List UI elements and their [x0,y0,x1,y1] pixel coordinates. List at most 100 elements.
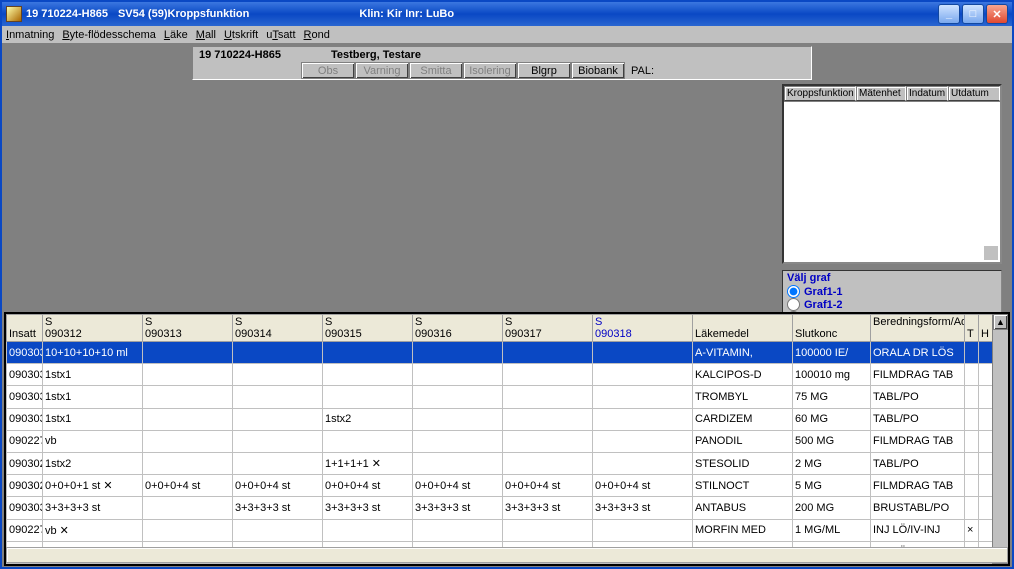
table-cell[interactable]: 2 MG [793,452,871,474]
table-cell[interactable]: MORFIN MED [693,519,793,541]
table-cell[interactable] [503,430,593,452]
radio-graf1-1[interactable]: Graf1-1 [787,285,997,298]
table-row[interactable]: 0903033+3+3+3 st3+3+3+3 st3+3+3+3 st3+3+… [7,497,993,519]
close-button[interactable]: ✕ [986,4,1008,24]
table-cell[interactable]: 5 MG [793,475,871,497]
table-cell[interactable] [979,364,993,386]
col-beredningsform[interactable]: Beredningsform/Adm [871,315,965,342]
table-cell[interactable]: TABL/PO [871,386,965,408]
table-cell[interactable]: × [965,519,979,541]
menu-mall[interactable]: Mall [196,29,216,41]
scroll-track[interactable] [993,330,1008,548]
blgrp-button[interactable]: Blgrp [517,62,571,79]
menu-lake[interactable]: Läke [164,29,188,41]
table-row[interactable]: 090227vbPANODIL500 MGFILMDRAG TAB [7,430,993,452]
table-row[interactable]: 0903021stx21+1+1+1 ✕STESOLID2 MGTABL/PO [7,452,993,474]
table-cell[interactable] [965,475,979,497]
table-cell[interactable] [323,386,413,408]
table-cell[interactable] [233,519,323,541]
table-cell[interactable]: vb ✕ [43,519,143,541]
table-cell[interactable] [143,364,233,386]
table-cell[interactable]: CARDIZEM [693,408,793,430]
table-cell[interactable] [143,519,233,541]
menu-utsatt[interactable]: uTsatt [266,29,295,41]
table-cell[interactable] [143,497,233,519]
table-cell[interactable]: 090303 [7,364,43,386]
table-cell[interactable]: 100000 IE/ [793,342,871,364]
col-090314[interactable]: S090314 [233,315,323,342]
table-cell[interactable]: 75 MG [793,386,871,408]
table-cell[interactable]: 0+0+0+4 st [323,475,413,497]
table-cell[interactable] [593,386,693,408]
table-row[interactable]: 0903031stx1 TROMBYL75 MGTABL/PO [7,386,993,408]
table-cell[interactable] [593,342,693,364]
table-row[interactable]: 090227vb ✕MORFIN MED1 MG/MLINJ LÖ/IV-INJ… [7,519,993,541]
table-cell[interactable]: 1stx2 [43,452,143,474]
table-cell[interactable] [979,452,993,474]
table-cell[interactable] [413,386,503,408]
table-cell[interactable]: 3+3+3+3 st [503,497,593,519]
table-cell[interactable]: INJ LÖ/IV-INJ [871,519,965,541]
radio-graf1-2[interactable]: Graf1-2 [787,298,997,311]
table-cell[interactable]: 0+0+0+1 st ✕ [43,475,143,497]
table-cell[interactable]: 10+10+10+10 ml [43,342,143,364]
table-cell[interactable]: 090227 [7,430,43,452]
table-cell[interactable]: 0+0+0+4 st [593,475,693,497]
table-cell[interactable] [323,430,413,452]
table-cell[interactable] [979,497,993,519]
table-cell[interactable]: 3+3+3+3 st [413,497,503,519]
radio-graf1-1-input[interactable] [787,285,800,298]
col-090316[interactable]: S090316 [413,315,503,342]
varning-button[interactable]: Varning [355,62,409,79]
table-cell[interactable] [503,452,593,474]
table-cell[interactable]: TROMBYL [693,386,793,408]
table-cell[interactable] [965,430,979,452]
table-cell[interactable] [233,342,323,364]
table-cell[interactable] [593,519,693,541]
table-cell[interactable]: 3+3+3+3 st [323,497,413,519]
table-cell[interactable]: 090303 [7,386,43,408]
col-090315[interactable]: S090315 [323,315,413,342]
table-cell[interactable] [965,452,979,474]
table-cell[interactable] [979,519,993,541]
table-cell[interactable]: 200 MG [793,497,871,519]
isolering-button[interactable]: Isolering [463,62,517,79]
menu-utskrift[interactable]: Utskrift [224,29,258,41]
table-cell[interactable]: A-VITAMIN, [693,342,793,364]
table-cell[interactable] [413,342,503,364]
table-cell[interactable]: ANTABUS [693,497,793,519]
table-cell[interactable]: 090303 [7,497,43,519]
table-cell[interactable] [503,519,593,541]
table-cell[interactable]: 1stx1 [43,386,143,408]
table-cell[interactable]: 500 MG [793,430,871,452]
menu-inmatning[interactable]: Inmatning [6,29,54,41]
table-cell[interactable] [323,519,413,541]
table-cell[interactable]: 1stx1 [43,408,143,430]
table-cell[interactable]: 3+3+3+3 st [593,497,693,519]
table-cell[interactable]: 3+3+3+3 st [233,497,323,519]
table-cell[interactable]: BRUSTABL/PO [871,497,965,519]
table-cell[interactable]: PANODIL [693,430,793,452]
table-cell[interactable] [979,430,993,452]
table-cell[interactable] [503,408,593,430]
table-cell[interactable]: 1stx1 [43,364,143,386]
table-cell[interactable] [979,475,993,497]
scroll-up-button[interactable]: ▲ [993,314,1008,330]
table-cell[interactable]: 60 MG [793,408,871,430]
table-cell[interactable] [323,364,413,386]
table-cell[interactable]: 3+3+3+3 st [43,497,143,519]
menu-byteflodesschema[interactable]: Byte-flödesschema [62,29,156,41]
table-cell[interactable] [413,364,503,386]
table-cell[interactable]: STILNOCT [693,475,793,497]
table-cell[interactable]: TABL/PO [871,408,965,430]
table-cell[interactable] [593,430,693,452]
table-cell[interactable]: FILMDRAG TAB [871,475,965,497]
table-cell[interactable]: 090303 [7,342,43,364]
table-cell[interactable]: 100010 mg [793,364,871,386]
table-cell[interactable] [323,342,413,364]
col-lakemedel[interactable]: Läkemedel [693,315,793,342]
table-cell[interactable] [979,386,993,408]
col-090313[interactable]: S090313 [143,315,233,342]
table-cell[interactable]: 0+0+0+4 st [233,475,323,497]
table-cell[interactable] [979,342,993,364]
